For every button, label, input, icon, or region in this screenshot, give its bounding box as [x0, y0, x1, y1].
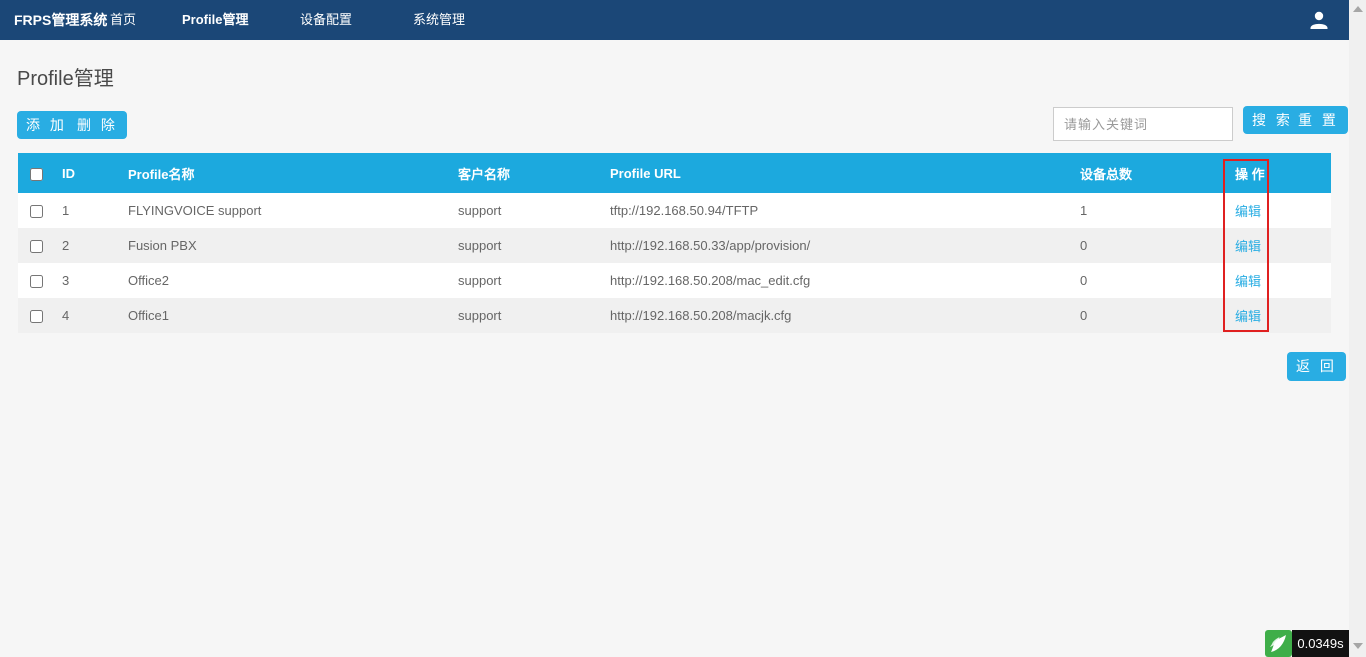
- delete-button[interactable]: 删 除: [68, 111, 127, 139]
- table-row: 2 Fusion PBX support http://192.168.50.33/a…: [18, 228, 1331, 263]
- cell-id: 2: [50, 228, 116, 263]
- nav-item-home[interactable]: 首页: [110, 0, 136, 40]
- cell-action: 编辑: [1223, 228, 1331, 263]
- app-brand[interactable]: FRPS管理系统: [14, 0, 107, 40]
- keyword-search-input[interactable]: [1053, 107, 1233, 141]
- table-row: 1 FLYINGVOICE support support tftp://192.16…: [18, 193, 1331, 228]
- column-header-select: [18, 153, 50, 193]
- cell-device-count: 0: [1068, 228, 1223, 263]
- edit-link[interactable]: 编辑: [1235, 274, 1261, 289]
- user-icon[interactable]: [1307, 8, 1331, 32]
- column-header-device-count: 设备总数: [1068, 153, 1223, 193]
- cell-device-count: 1: [1068, 193, 1223, 228]
- reset-button[interactable]: 重 置: [1289, 106, 1348, 134]
- row-checkbox[interactable]: [30, 240, 43, 254]
- cell-url: http://192.168.50.208/macjk.cfg: [598, 298, 1068, 333]
- row-select-cell: [18, 263, 50, 298]
- edit-link[interactable]: 编辑: [1235, 309, 1261, 324]
- row-checkbox[interactable]: [30, 310, 43, 324]
- table-row: 4 Office1 support http://192.168.50.208/mac…: [18, 298, 1331, 333]
- column-header-id: ID: [50, 153, 116, 193]
- elapsed-time-badge[interactable]: 0.0349s: [1292, 630, 1349, 657]
- scrollbar-down-arrow-icon[interactable]: [1353, 643, 1363, 649]
- row-select-cell: [18, 193, 50, 228]
- profile-table-body: 1 FLYINGVOICE support support tftp://192.16…: [18, 193, 1331, 333]
- cell-device-count: 0: [1068, 298, 1223, 333]
- back-button[interactable]: 返 回: [1287, 352, 1346, 381]
- top-navbar: FRPS管理系统 首页 Profile管理 设备配置 系统管理: [0, 0, 1349, 40]
- column-header-customer: 客户名称: [446, 153, 598, 193]
- vertical-scrollbar[interactable]: [1349, 0, 1366, 657]
- row-checkbox[interactable]: [30, 275, 43, 289]
- cell-profile-name: FLYINGVOICE support: [116, 193, 446, 228]
- table-header-row: ID Profile名称 客户名称 Profile URL 设备总数 操 作: [18, 153, 1331, 193]
- cell-customer: support: [446, 298, 598, 333]
- cell-profile-name: Fusion PBX: [116, 228, 446, 263]
- cell-url: http://192.168.50.208/mac_edit.cfg: [598, 263, 1068, 298]
- page-title: Profile管理: [17, 68, 114, 90]
- select-all-checkbox[interactable]: [30, 167, 43, 181]
- cell-id: 3: [50, 263, 116, 298]
- nav-item-device[interactable]: 设备配置: [300, 0, 352, 40]
- row-checkbox[interactable]: [30, 205, 43, 219]
- thinkphp-logo-icon[interactable]: [1265, 630, 1292, 657]
- cell-device-count: 0: [1068, 263, 1223, 298]
- cell-url: tftp://192.168.50.94/TFTP: [598, 193, 1068, 228]
- nav-item-system[interactable]: 系统管理: [413, 0, 465, 40]
- profile-table: ID Profile名称 客户名称 Profile URL 设备总数 操 作 1…: [18, 153, 1331, 333]
- column-header-action: 操 作: [1223, 153, 1331, 193]
- table-row: 3 Office2 support http://192.168.50.208/mac…: [18, 263, 1331, 298]
- nav-item-profile[interactable]: Profile管理: [182, 0, 248, 40]
- row-select-cell: [18, 228, 50, 263]
- edit-link[interactable]: 编辑: [1235, 239, 1261, 254]
- cell-url: http://192.168.50.33/app/provision/: [598, 228, 1068, 263]
- scrollbar-up-arrow-icon[interactable]: [1353, 6, 1363, 12]
- cell-action: 编辑: [1223, 298, 1331, 333]
- column-header-profile-name: Profile名称: [116, 153, 446, 193]
- cell-customer: support: [446, 193, 598, 228]
- cell-customer: support: [446, 228, 598, 263]
- cell-action: 编辑: [1223, 193, 1331, 228]
- edit-link[interactable]: 编辑: [1235, 204, 1261, 219]
- column-header-url: Profile URL: [598, 153, 1068, 193]
- cell-customer: support: [446, 263, 598, 298]
- row-select-cell: [18, 298, 50, 333]
- cell-action: 编辑: [1223, 263, 1331, 298]
- cell-profile-name: Office1: [116, 298, 446, 333]
- cell-profile-name: Office2: [116, 263, 446, 298]
- cell-id: 1: [50, 193, 116, 228]
- cell-id: 4: [50, 298, 116, 333]
